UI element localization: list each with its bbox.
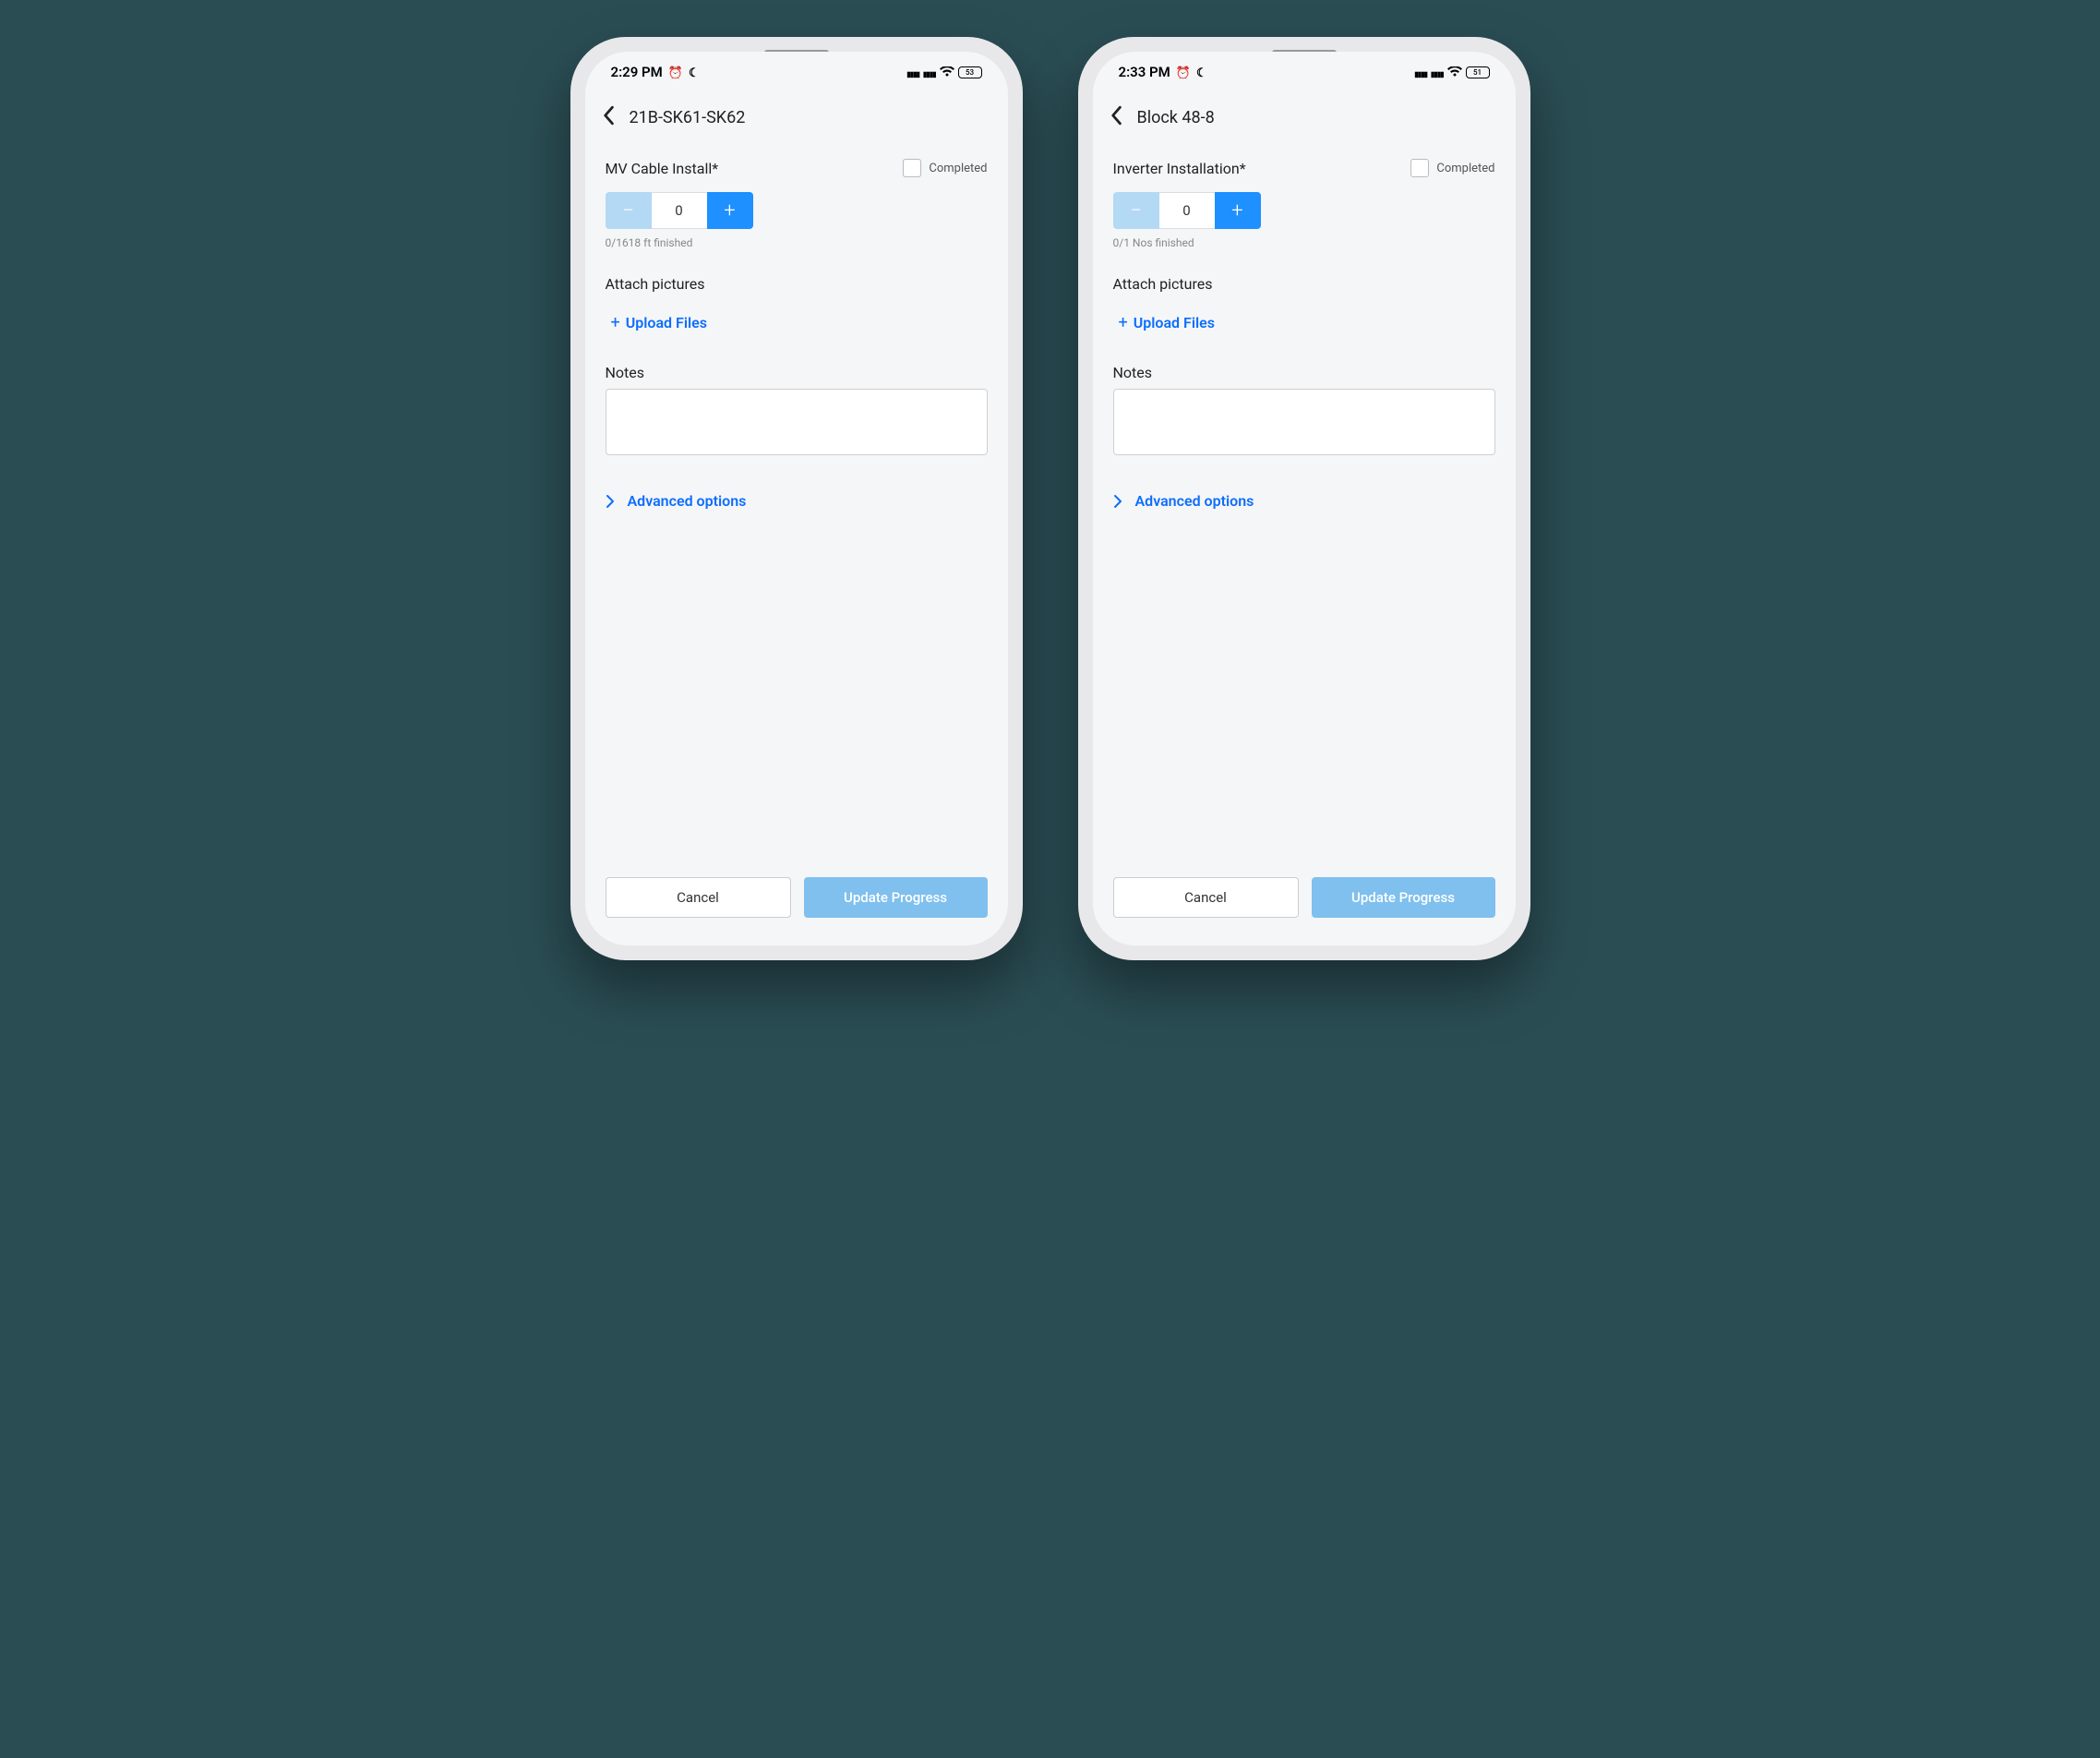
completed-checkbox[interactable] (1410, 159, 1429, 177)
moon-icon (689, 64, 700, 80)
alarm-icon (668, 64, 683, 80)
stepper-value[interactable]: 0 (652, 192, 707, 229)
status-time: 2:33 PM (1119, 64, 1170, 80)
stepper-plus-button[interactable]: + (707, 192, 753, 229)
attach-pictures-label: Attach pictures (1113, 275, 1495, 293)
notes-label: Notes (606, 364, 988, 381)
completed-label: Completed (929, 162, 987, 175)
content-area: MV Cable Install* Completed − 0 + 0/1618… (585, 142, 1008, 859)
alarm-icon (1176, 64, 1191, 80)
completed-checkbox[interactable] (903, 159, 921, 177)
cancel-button[interactable]: Cancel (1113, 877, 1299, 918)
advanced-options-toggle[interactable]: Advanced options (1113, 492, 1495, 510)
wifi-icon (1447, 66, 1462, 78)
battery-icon: 51 (1466, 66, 1490, 78)
notes-input[interactable] (606, 389, 988, 455)
battery-icon: 53 (958, 66, 982, 78)
status-bar: 2:29 PM 53 (585, 52, 1008, 92)
page-title: 21B-SK61-SK62 (630, 108, 746, 127)
content-area: Inverter Installation* Completed − 0 + 0… (1093, 142, 1516, 859)
phone-mockup: 2:29 PM 53 21B-SK61-SK62 MV Cable Instal… (570, 37, 1023, 960)
stepper-subtext: 0/1 Nos finished (1113, 236, 1495, 249)
header: Block 48-8 (1093, 92, 1516, 142)
advanced-options-label: Advanced options (628, 492, 747, 510)
upload-files-button[interactable]: + Upload Files (611, 313, 988, 332)
quantity-stepper: − 0 + (606, 192, 753, 229)
signal-icon (906, 64, 919, 80)
completed-label: Completed (1436, 162, 1494, 175)
wifi-icon (940, 66, 954, 78)
bottom-button-bar: Cancel Update Progress (585, 859, 1008, 945)
stepper-subtext: 0/1618 ft finished (606, 236, 988, 249)
task-label: MV Cable Install* (606, 160, 719, 177)
moon-icon (1196, 64, 1207, 80)
back-button[interactable] (602, 105, 615, 129)
task-label: Inverter Installation* (1113, 160, 1246, 177)
signal-icon (1414, 64, 1427, 80)
quantity-stepper: − 0 + (1113, 192, 1261, 229)
advanced-options-label: Advanced options (1135, 492, 1254, 510)
back-button[interactable] (1110, 105, 1122, 129)
update-progress-button[interactable]: Update Progress (1312, 877, 1495, 918)
stepper-plus-button[interactable]: + (1215, 192, 1261, 229)
plus-icon: + (611, 313, 620, 332)
chevron-right-icon (606, 494, 615, 509)
cancel-button[interactable]: Cancel (606, 877, 791, 918)
advanced-options-toggle[interactable]: Advanced options (606, 492, 988, 510)
status-time: 2:29 PM (611, 64, 663, 80)
phone-mockup: 2:33 PM 51 Block 48-8 Inverter Installat… (1078, 37, 1530, 960)
upload-files-button[interactable]: + Upload Files (1119, 313, 1495, 332)
stepper-minus-button[interactable]: − (1113, 192, 1159, 229)
page-title: Block 48-8 (1137, 108, 1215, 127)
signal-icon (923, 64, 936, 80)
upload-files-label: Upload Files (1134, 314, 1215, 331)
screen: 2:33 PM 51 Block 48-8 Inverter Installat… (1093, 52, 1516, 945)
attach-pictures-label: Attach pictures (606, 275, 988, 293)
notes-input[interactable] (1113, 389, 1495, 455)
plus-icon: + (1119, 313, 1128, 332)
chevron-right-icon (1113, 494, 1122, 509)
signal-icon (1431, 64, 1444, 80)
screen: 2:29 PM 53 21B-SK61-SK62 MV Cable Instal… (585, 52, 1008, 945)
bottom-button-bar: Cancel Update Progress (1093, 859, 1516, 945)
notes-label: Notes (1113, 364, 1495, 381)
stepper-value[interactable]: 0 (1159, 192, 1215, 229)
header: 21B-SK61-SK62 (585, 92, 1008, 142)
stepper-minus-button[interactable]: − (606, 192, 652, 229)
status-bar: 2:33 PM 51 (1093, 52, 1516, 92)
update-progress-button[interactable]: Update Progress (804, 877, 988, 918)
upload-files-label: Upload Files (626, 314, 707, 331)
